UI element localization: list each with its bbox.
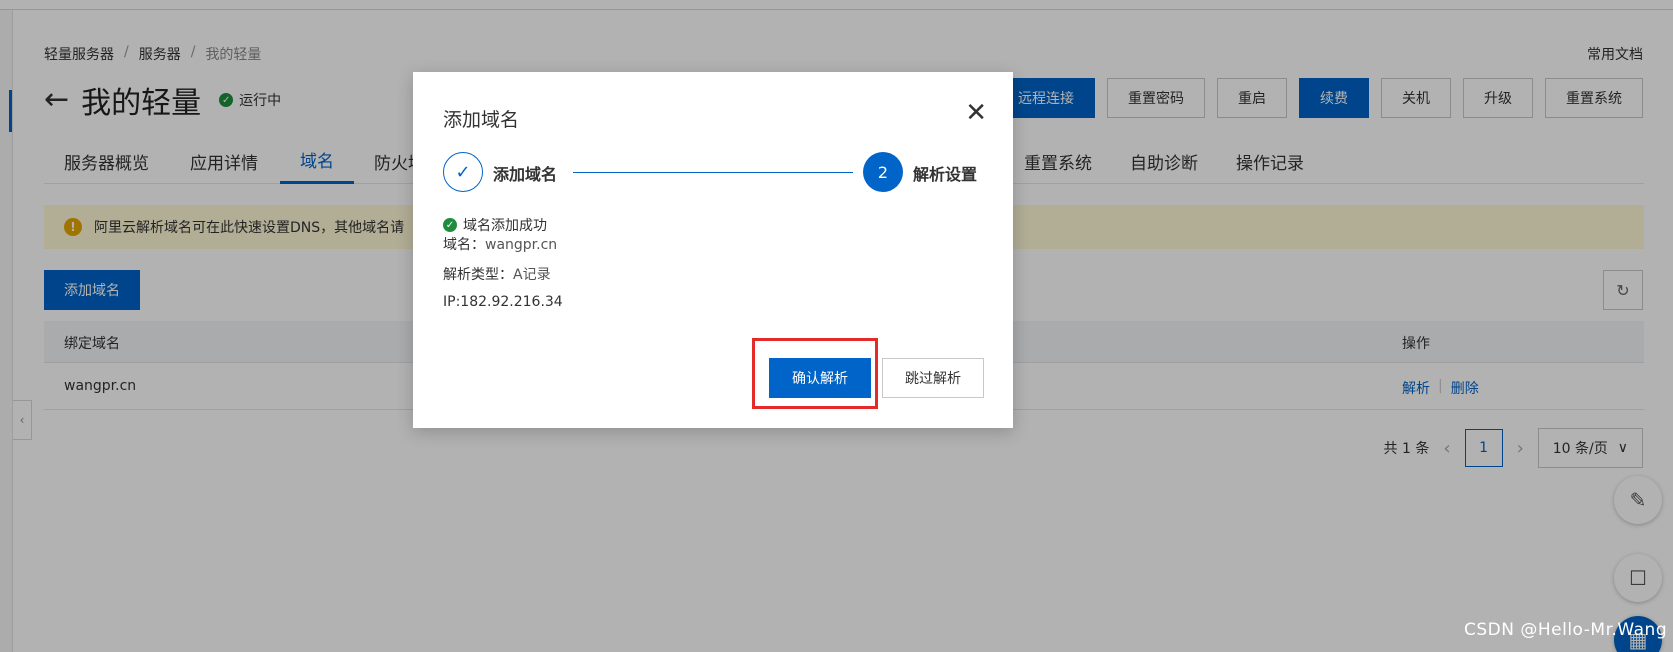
record-type-label: 解析类型： <box>443 267 513 283</box>
domain-value: wangpr.cn <box>485 237 558 253</box>
step-done-check-icon: ✓ <box>443 152 483 192</box>
domain-info: 域名：wangpr.cn <box>443 234 557 254</box>
dialog-title: 添加域名 <box>443 109 520 131</box>
success-text: 域名添加成功 <box>463 218 547 234</box>
add-domain-dialog: 添加域名 ✕ ✓ 添加域名 2 解析设置 ✓ 域名添加成功 域名：wangpr.… <box>413 72 1013 428</box>
confirm-resolve-button[interactable]: 确认解析 <box>769 358 871 398</box>
step-connector <box>573 172 853 173</box>
watermark: CSDN @Hello-Mr.Wang <box>1464 620 1668 640</box>
record-type-info: 解析类型：A记录 <box>443 264 551 284</box>
step-2-label: 解析设置 <box>913 165 978 184</box>
record-type-value: A记录 <box>513 267 551 283</box>
success-message: ✓ 域名添加成功 <box>443 215 547 235</box>
domain-label: 域名： <box>443 237 485 253</box>
skip-resolve-button[interactable]: 跳过解析 <box>882 358 984 398</box>
success-check-icon: ✓ <box>443 218 457 232</box>
step-1-label: 添加域名 <box>493 165 558 184</box>
ip-info: IP:182.92.216.34 <box>443 294 563 310</box>
close-icon[interactable]: ✕ <box>965 100 987 126</box>
step-2-marker: 2 <box>863 152 903 192</box>
